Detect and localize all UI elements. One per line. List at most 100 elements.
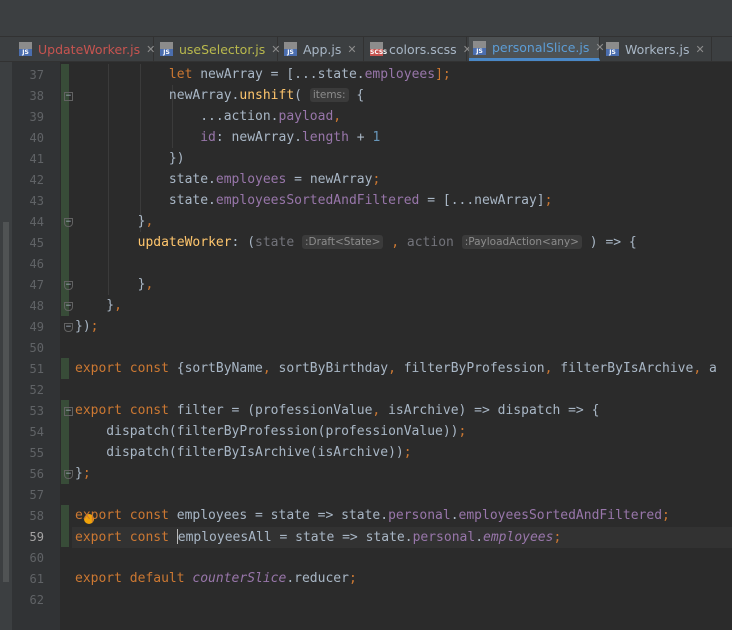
- code-token: employees = state => state.: [176, 508, 389, 523]
- js-file-icon: JS: [19, 42, 32, 56]
- vcs-change-marker[interactable]: [61, 64, 69, 316]
- fold-marker-icon[interactable]: −: [64, 470, 73, 479]
- tab-app-js[interactable]: JS App.js ✕: [280, 37, 364, 61]
- code-line[interactable]: dispatch(filterByIsArchive(isArchive));: [75, 445, 411, 460]
- code-token: ;: [662, 508, 670, 523]
- parameter-hint: items:: [309, 88, 349, 102]
- navigation-bar: [0, 0, 732, 37]
- fold-marker-icon[interactable]: −: [64, 218, 73, 227]
- code-token: ,: [544, 361, 561, 376]
- panel-scroll-indicator[interactable]: [3, 222, 9, 582]
- code-token: {sortByName: [176, 361, 263, 376]
- fold-marker-icon[interactable]: −: [64, 407, 73, 416]
- code-token: action: [406, 235, 454, 250]
- code-token: export const: [75, 403, 177, 418]
- code-token: export const: [75, 530, 177, 545]
- code-token: export default: [75, 571, 193, 586]
- fold-marker-icon[interactable]: −: [64, 323, 73, 332]
- code-token: isArchive) => dispatch => {: [388, 403, 600, 418]
- tab-useselector-js[interactable]: JS useSelector.js ✕: [156, 37, 281, 61]
- code-line[interactable]: export const employees = state => state.…: [75, 508, 670, 523]
- code-token: personal: [412, 530, 476, 545]
- line-number: 60: [29, 551, 44, 565]
- js-file-icon: JS: [606, 42, 619, 56]
- line-number: 38: [29, 89, 44, 103]
- code-line[interactable]: dispatch(filterByProfession(professionVa…: [75, 424, 466, 439]
- tool-window-strip: [0, 62, 12, 630]
- code-line[interactable]: }): [75, 151, 185, 166]
- vcs-change-marker[interactable]: [61, 358, 69, 379]
- code-token: 1: [372, 130, 381, 145]
- code-token: filter = (professionValue: [176, 403, 373, 418]
- code-token: .: [450, 508, 459, 523]
- parameter-hint: :PayloadAction<any>: [461, 235, 582, 249]
- code-token: ;: [553, 530, 562, 545]
- tab-label: App.js: [303, 41, 342, 57]
- tab-colors-scss[interactable]: SCSS colors.scss ✕: [366, 37, 472, 61]
- tab-label: personalSlice.js: [492, 40, 590, 55]
- line-number: 54: [29, 425, 44, 439]
- code-line[interactable]: let newArray = [...state.employees];: [75, 67, 451, 82]
- code-line[interactable]: state.employeesSortedAndFiltered = [...n…: [75, 193, 553, 208]
- code-token: updateWorker: [137, 235, 232, 250]
- code-token: = newArray: [286, 172, 373, 187]
- close-icon[interactable]: ✕: [146, 43, 155, 56]
- fold-marker-icon[interactable]: −: [64, 302, 73, 311]
- close-icon[interactable]: ✕: [696, 43, 705, 56]
- code-token: = [...newArray]: [419, 193, 545, 208]
- code-editor[interactable]: 37 38 39 40 41 42 43 44 45 46 47 48 49 50 51 52 53 54 55 56…: [0, 62, 732, 630]
- code-token: ,: [145, 214, 154, 229]
- code-token: ;: [348, 571, 357, 586]
- fold-marker-icon[interactable]: −: [64, 281, 73, 290]
- line-number: 45: [29, 236, 44, 250]
- code-token: }: [75, 214, 146, 229]
- tab-updateworker-js[interactable]: JS UpdateWorker.js ✕: [15, 37, 155, 61]
- code-line[interactable]: state.employees = newArray;: [75, 172, 380, 187]
- tab-label: UpdateWorker.js: [38, 41, 141, 57]
- code-token: newArray = [...state.: [200, 67, 365, 82]
- close-icon[interactable]: ✕: [347, 43, 356, 56]
- line-number: 50: [29, 341, 44, 355]
- code-token: ,: [145, 277, 154, 292]
- code-token: }): [75, 151, 185, 166]
- line-number-gutter: 37 38 39 40 41 42 43 44 45 46 47 48 49 50 51 52 53 54 55 56…: [12, 62, 60, 630]
- code-token: ;: [82, 466, 91, 481]
- tab-personalslice-js[interactable]: JS personalSlice.js ✕: [469, 37, 605, 61]
- fold-marker-icon[interactable]: −: [64, 92, 73, 101]
- line-number: 53: [29, 404, 44, 418]
- scss-file-icon: SCSS: [370, 42, 387, 56]
- code-token: }: [75, 298, 115, 313]
- parameter-hint: :Draft<State>: [302, 235, 384, 249]
- code-token: ,: [262, 361, 279, 376]
- code-line[interactable]: });: [75, 319, 98, 334]
- code-line[interactable]: };: [75, 466, 91, 481]
- code-line[interactable]: updateWorker: (state :Draft<State> , act…: [75, 235, 637, 250]
- code-token: ;: [544, 193, 553, 208]
- code-token: export const: [75, 508, 177, 523]
- code-line[interactable]: export const {sortByName, sortByBirthday…: [75, 361, 717, 376]
- vcs-change-marker[interactable]: [61, 505, 69, 547]
- code-line[interactable]: },: [75, 214, 154, 229]
- code-token: filterByProfession: [403, 361, 545, 376]
- line-number: 37: [29, 68, 44, 82]
- code-line[interactable]: ...action.payload,: [75, 109, 341, 124]
- code-line[interactable]: export const filter = (professionValue, …: [75, 403, 599, 418]
- code-line[interactable]: export default counterSlice.reducer;: [75, 571, 357, 586]
- code-line[interactable]: newArray.unshift( items: {: [75, 88, 364, 103]
- code-token: .: [475, 530, 484, 545]
- line-number: 41: [29, 152, 44, 166]
- line-number: 46: [29, 257, 44, 271]
- code-token: : (: [231, 235, 256, 250]
- code-line[interactable]: },: [75, 277, 154, 292]
- code-token: employeesAll = state => state.: [177, 530, 413, 545]
- code-token: .: [286, 571, 295, 586]
- tab-workers-js[interactable]: JS Workers.js ✕: [602, 37, 712, 61]
- code-line[interactable]: id: newArray.length + 1: [75, 130, 380, 145]
- code-token: ,: [388, 361, 404, 376]
- code-line[interactable]: },: [75, 298, 122, 313]
- line-number: 52: [29, 383, 44, 397]
- code-line[interactable]: export const employeesAll = state => sta…: [75, 529, 561, 545]
